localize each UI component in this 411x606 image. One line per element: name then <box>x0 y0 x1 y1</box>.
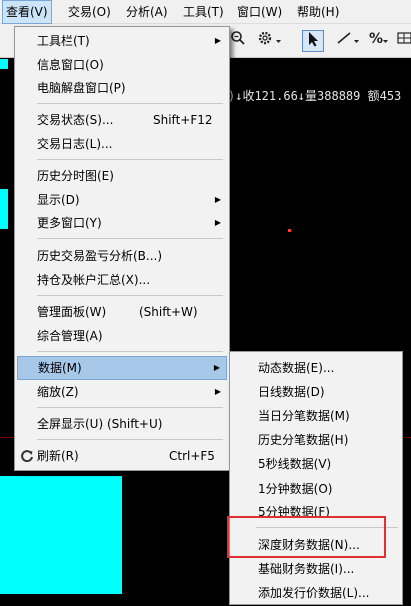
menu-tools[interactable]: 工具(T) <box>183 0 224 24</box>
menu-item-more-windows[interactable]: 更多窗口(Y) ▶ <box>17 211 227 235</box>
menu-item-label: 持仓及帐户汇总(X)... <box>37 273 151 287</box>
menu-item-label: 刷新(R) <box>37 449 79 463</box>
menu-help[interactable]: 帮助(H) <box>297 0 339 24</box>
submenu-item-label: 基础财务数据(I)... <box>258 562 355 576</box>
submenu-item-5sec-data[interactable]: 5秒线数据(V) <box>232 452 400 476</box>
menu-separator <box>37 238 223 239</box>
menu-item-pnl-analysis[interactable]: 历史交易盈亏分析(B...) <box>17 244 227 268</box>
cursor-icon[interactable] <box>302 30 324 52</box>
menu-item-toolbar[interactable]: 工具栏(T) ▶ <box>17 29 227 53</box>
menu-item-label: 电脑解盘窗口(P) <box>37 81 126 95</box>
menu-item-management-panel[interactable]: 管理面板(W) (Shift+W) <box>17 300 227 324</box>
menu-item-trade-log[interactable]: 交易日志(L)... <box>17 132 227 156</box>
menu-item-trade-status[interactable]: 交易状态(S)... Shift+F12 <box>17 108 227 132</box>
menu-item-shortcut: (Shift+W) <box>139 305 198 319</box>
submenu-item-1min-data[interactable]: 1分钟数据(O) <box>232 477 400 501</box>
submenu-item-today-tick-data[interactable]: 当日分笔数据(M) <box>232 404 400 428</box>
submenu-arrow-icon: ▶ <box>214 387 221 396</box>
menu-item-label: 缩放(Z) <box>37 385 79 399</box>
menu-item-position-summary[interactable]: 持仓及帐户汇总(X)... <box>17 268 227 292</box>
submenu-item-label: 添加发行价数据(L)... <box>258 586 370 600</box>
menu-item-zoom[interactable]: 缩放(Z) ▶ <box>17 380 227 404</box>
line-tool-icon[interactable] <box>334 30 364 52</box>
submenu-item-label: 日线数据(D) <box>258 385 325 399</box>
menu-item-label: 更多窗口(Y) <box>37 216 102 230</box>
submenu-item-basic-financial-data[interactable]: 基础财务数据(I)... <box>232 557 400 581</box>
volume-bar <box>0 189 8 229</box>
menu-item-label: 历史交易盈亏分析(B...) <box>37 249 163 263</box>
menu-trade[interactable]: 交易(O) <box>68 0 111 24</box>
menu-item-shortcut: Shift+F12 <box>153 113 213 127</box>
grid-icon[interactable] <box>396 30 411 52</box>
menu-item-refresh[interactable]: 刷新(R) Ctrl+F5 <box>17 444 227 468</box>
menu-item-label: 信息窗口(O) <box>37 58 104 72</box>
price-tick <box>288 229 291 232</box>
menu-window[interactable]: 窗口(W) <box>237 0 282 24</box>
menu-item-display[interactable]: 显示(D) ▶ <box>17 188 227 212</box>
menu-item-fullscreen[interactable]: 全屏显示(U) (Shift+U) <box>17 412 227 436</box>
menu-separator <box>37 103 223 104</box>
submenu-item-label: 当日分笔数据(M) <box>258 409 350 423</box>
menu-item-history-intraday[interactable]: 历史分时图(E) <box>17 164 227 188</box>
zoom-icon[interactable] <box>228 30 248 52</box>
submenu-arrow-icon: ▶ <box>214 218 221 227</box>
menu-item-label: 显示(D) <box>37 193 80 207</box>
menu-item-label: 数据(M) <box>38 361 82 375</box>
menu-analysis[interactable]: 分析(A) <box>126 0 168 24</box>
submenu-arrow-icon: ▶ <box>214 36 221 45</box>
menu-separator <box>37 159 223 160</box>
percent-icon[interactable]: % <box>368 30 392 52</box>
submenu-item-label: 1分钟数据(O) <box>258 482 333 496</box>
menu-item-general-management[interactable]: 综合管理(A) <box>17 324 227 348</box>
refresh-icon <box>20 449 34 463</box>
menu-item-data[interactable]: 数据(M) ▶ <box>17 356 227 380</box>
menu-item-info-window[interactable]: 信息窗口(O) <box>17 53 227 77</box>
menu-item-shortcut: Ctrl+F5 <box>169 449 215 463</box>
menu-item-label: 全屏显示(U) (Shift+U) <box>37 417 163 431</box>
menu-separator <box>37 295 223 296</box>
submenu-item-label: 历史分笔数据(H) <box>258 433 349 447</box>
chart-marker <box>0 59 8 69</box>
submenu-arrow-icon: ▶ <box>213 363 220 372</box>
gear-icon[interactable] <box>254 30 288 52</box>
menu-separator <box>37 351 223 352</box>
menubar: 查看(V) 交易(O) 分析(A) 工具(T) 窗口(W) 帮助(H) <box>0 0 411 24</box>
menu-item-analysis-window[interactable]: 电脑解盘窗口(P) <box>17 76 227 100</box>
menu-item-label: 交易日志(L)... <box>37 137 113 151</box>
menu-view[interactable]: 查看(V) <box>2 0 52 24</box>
menu-item-label: 历史分时图(E) <box>37 169 114 183</box>
quote-readout: )↓收121.66↓量388889 额453 <box>228 89 402 103</box>
submenu-item-daily-data[interactable]: 日线数据(D) <box>232 380 400 404</box>
data-submenu: 动态数据(E)... 日线数据(D) 当日分笔数据(M) 历史分笔数据(H) 5… <box>229 351 403 605</box>
menu-item-label: 综合管理(A) <box>37 329 103 343</box>
svg-text:%: % <box>369 31 383 46</box>
submenu-item-label: 动态数据(E)... <box>258 361 335 375</box>
volume-block <box>0 476 122 594</box>
submenu-arrow-icon: ▶ <box>214 195 221 204</box>
submenu-item-history-tick-data[interactable]: 历史分笔数据(H) <box>232 428 400 452</box>
view-menu-dropdown: 工具栏(T) ▶ 信息窗口(O) 电脑解盘窗口(P) 交易状态(S)... Sh… <box>14 26 230 471</box>
submenu-item-dynamic-data[interactable]: 动态数据(E)... <box>232 356 400 380</box>
menu-separator <box>37 439 223 440</box>
menu-separator <box>37 407 223 408</box>
annotation-highlight-box <box>227 516 386 558</box>
submenu-item-add-issue-price-data[interactable]: 添加发行价数据(L)... <box>232 581 400 605</box>
axis-marker <box>2 461 5 471</box>
menu-item-label: 工具栏(T) <box>37 34 90 48</box>
menu-item-label: 管理面板(W) <box>37 305 107 319</box>
menu-item-label: 交易状态(S)... <box>37 113 114 127</box>
submenu-item-label: 5秒线数据(V) <box>258 457 332 471</box>
